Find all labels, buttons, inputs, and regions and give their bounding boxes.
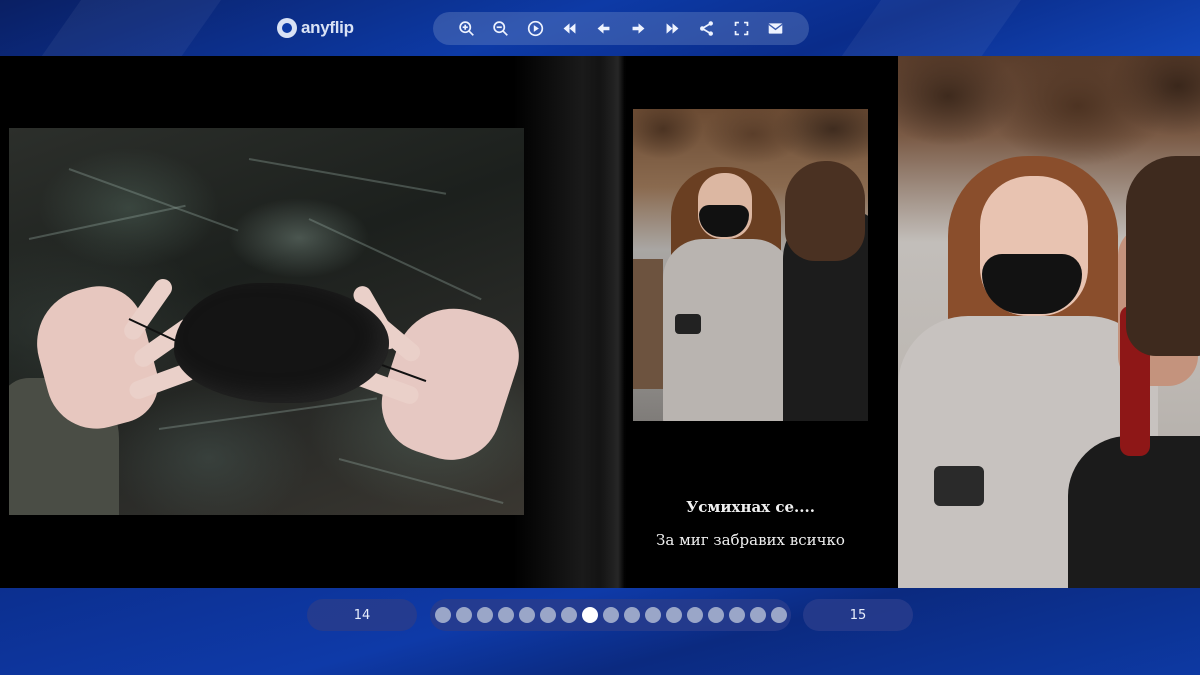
bottom-bar: 14 15 bbox=[0, 588, 1200, 675]
page-dot[interactable] bbox=[644, 607, 661, 623]
page-dot[interactable] bbox=[623, 607, 640, 623]
page-dot[interactable] bbox=[770, 607, 787, 623]
first-page-icon bbox=[563, 23, 576, 34]
page-dot[interactable] bbox=[518, 607, 535, 623]
fullscreen-icon bbox=[734, 21, 749, 36]
zoom-out-icon bbox=[493, 21, 509, 36]
left-page[interactable] bbox=[0, 56, 626, 588]
previous-page-button[interactable] bbox=[593, 18, 615, 40]
zoom-in-icon bbox=[459, 21, 474, 36]
anyflip-logo[interactable]: anyflip bbox=[277, 16, 354, 40]
share-button[interactable] bbox=[696, 18, 718, 40]
fullscreen-button[interactable] bbox=[730, 18, 752, 40]
arrow-left-icon bbox=[597, 23, 610, 34]
logo-icon bbox=[277, 18, 297, 38]
play-icon bbox=[527, 20, 543, 37]
page-thumbnail-dots bbox=[430, 599, 791, 631]
first-page-button[interactable] bbox=[558, 18, 580, 40]
toolbar bbox=[433, 12, 809, 45]
right-page-number[interactable]: 15 bbox=[803, 599, 913, 631]
logo-text: anyflip bbox=[301, 18, 354, 37]
page-dot[interactable] bbox=[497, 607, 514, 623]
page-dot[interactable] bbox=[707, 607, 724, 623]
page-dot[interactable] bbox=[665, 607, 682, 623]
photo-hands-holding-mask bbox=[9, 128, 524, 515]
next-page-button[interactable] bbox=[627, 18, 649, 40]
page-dot[interactable] bbox=[686, 607, 703, 623]
page-dot[interactable] bbox=[539, 607, 556, 623]
decorative-stripe bbox=[824, 0, 1036, 56]
page-dot[interactable] bbox=[749, 607, 766, 623]
decorative-stripe bbox=[24, 0, 236, 56]
last-page-icon bbox=[666, 23, 679, 34]
photo-woman-with-mask bbox=[633, 109, 868, 421]
mail-icon bbox=[768, 23, 783, 34]
page-dot[interactable] bbox=[602, 607, 619, 623]
caption-line-1: Усмихнах се.... bbox=[686, 498, 815, 516]
top-bar: anyflip bbox=[0, 0, 1200, 56]
email-button[interactable] bbox=[765, 18, 787, 40]
share-icon bbox=[700, 21, 714, 36]
page-dot[interactable] bbox=[434, 607, 451, 623]
photo-closeup-next-page bbox=[898, 56, 1200, 588]
zoom-out-button[interactable] bbox=[490, 18, 512, 40]
autoplay-button[interactable] bbox=[524, 18, 546, 40]
page-dot[interactable] bbox=[560, 607, 577, 623]
page-dot[interactable] bbox=[476, 607, 493, 623]
left-page-number[interactable]: 14 bbox=[307, 599, 417, 631]
zoom-in-button[interactable] bbox=[455, 18, 477, 40]
page-dot[interactable] bbox=[728, 607, 745, 623]
caption-line-2: За миг забравих всичко bbox=[656, 531, 845, 549]
last-page-button[interactable] bbox=[662, 18, 684, 40]
arrow-right-icon bbox=[632, 23, 645, 34]
book-viewer[interactable]: Усмихнах се.... За миг забравих всичко bbox=[0, 56, 1200, 588]
page-dot-active[interactable] bbox=[581, 607, 598, 623]
page-dot[interactable] bbox=[455, 607, 472, 623]
